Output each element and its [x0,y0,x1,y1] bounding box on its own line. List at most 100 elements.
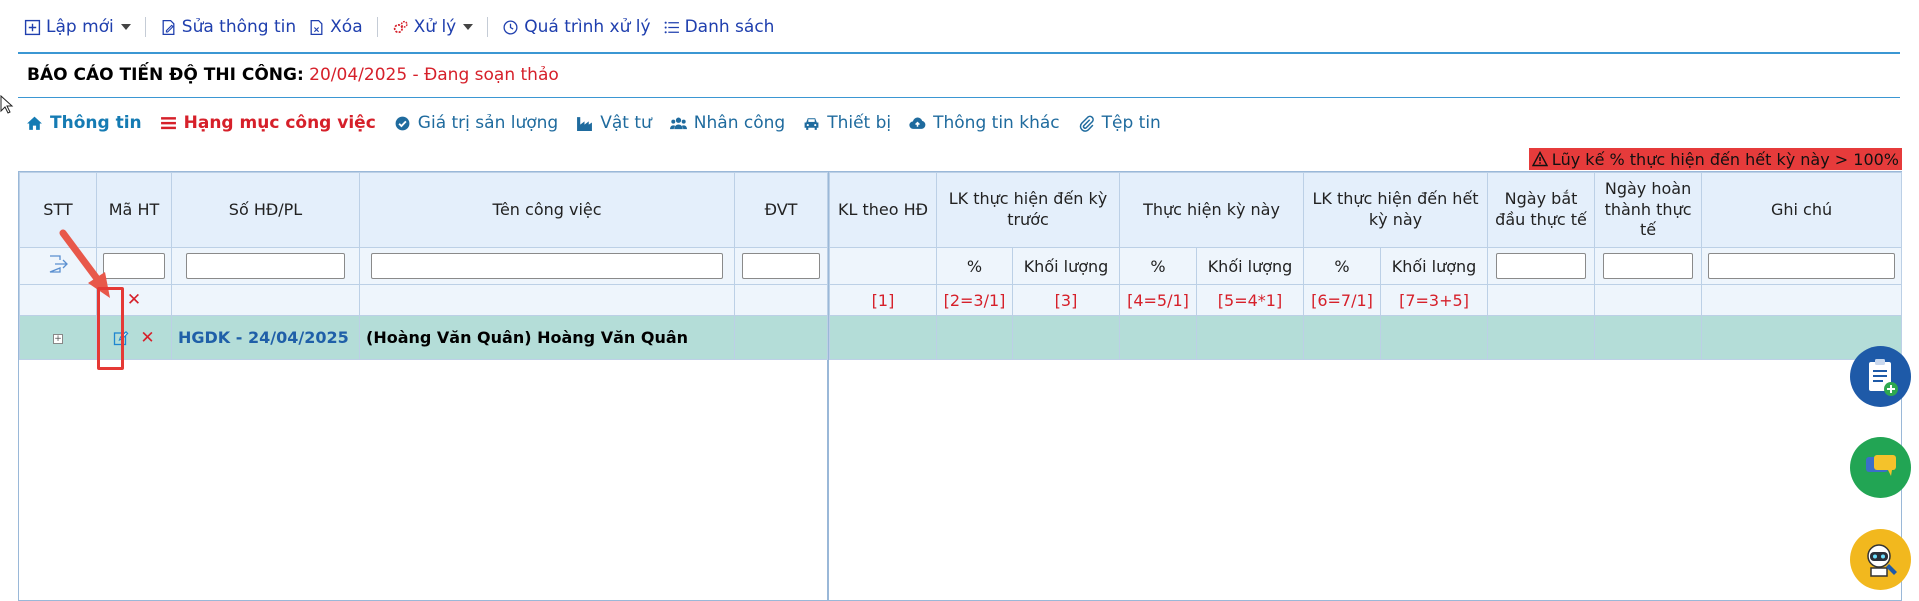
history-label: Quá trình xử lý [524,17,651,37]
filter-dvt-input[interactable] [741,253,821,279]
formula-label: [6=7/1] [1303,284,1382,316]
chat-button[interactable] [1850,437,1911,498]
chat-icon [1865,454,1896,476]
support-bot-button[interactable] [1850,529,1911,590]
robot-support-icon [1866,543,1897,577]
tab-equipment-label: Thiết bị [827,113,892,133]
formula-label: [1] [829,284,937,316]
col-header-dvt[interactable]: ĐVT [734,172,828,248]
chevron-down-icon [463,24,474,30]
sub-header-percent: % [936,247,1013,285]
filter-ghi-chu-input[interactable] [1708,253,1896,279]
paperclip-icon [1079,115,1094,132]
toolbar-divider-line [18,52,1900,54]
col-header-so-hd[interactable]: Số HĐ/PL [171,172,360,248]
edit-info-button[interactable]: Sửa thông tin [154,17,302,37]
cloud-upload-icon [909,117,926,129]
clipboard-add-icon [1868,358,1898,396]
clear-filter-icon[interactable]: ✕ [127,290,141,310]
tab-other-info[interactable]: Thông tin khác [909,113,1060,133]
edit-info-label: Sửa thông tin [181,17,297,37]
left-grid: STT Mã HT Số HĐ/PL Tên công việc ĐVT ✕ + [18,171,828,601]
formula-label: [7=3+5] [1380,284,1489,316]
tab-materials-label: Vật tư [600,113,652,133]
row-cell [936,315,1013,360]
table-row[interactable] [829,315,1903,360]
formula-label: [3] [1012,284,1120,316]
warning-icon [1531,151,1548,167]
tab-equipment[interactable]: Thiết bị [803,113,891,133]
tab-output-value-label: Giá trị sản lượng [417,113,559,133]
annotation-highlight-box [97,287,124,370]
title-label: BÁO CÁO TIẾN ĐỘ THI CÔNG: [27,65,304,85]
row-cell [1303,315,1382,360]
row-so-hd[interactable]: HGDK - 24/04/2025 [171,315,360,360]
sub-header-khoi-luong: Khối lượng [1380,247,1489,285]
sub-header-khoi-luong: Khối lượng [1012,247,1120,285]
factory-icon [577,116,593,131]
process-button[interactable]: Xử lý [386,17,480,37]
filter-cell [1487,247,1596,285]
delete-label: Xóa [330,17,363,37]
expand-cell: + [19,315,97,360]
tab-bar: Thông tin Hạng mục công việc Giá trị sản… [26,110,1179,136]
col-header-ngay-hoan-thanh[interactable]: Ngày hoàn thành thực tế [1594,172,1703,248]
sub-header-percent: % [1303,247,1382,285]
history-button[interactable]: Quá trình xử lý [496,17,656,37]
row-cell [1119,315,1197,360]
row-cell [1487,315,1596,360]
row-cell [1380,315,1489,360]
toolbar: Lập mới Sửa thông tin Xóa Xử lý Quá trìn… [18,12,780,42]
filter-cell [359,247,735,285]
col-header-lk-het-ky-nay[interactable]: LK thực hiện đến hết kỳ này [1303,172,1489,248]
expand-icon[interactable]: + [53,333,63,344]
col-header-thuc-hien-ky-nay[interactable]: Thực hiện kỳ này [1118,172,1305,248]
tab-work-items[interactable]: Hạng mục công việc [160,113,376,133]
sub-header-cell [829,247,937,285]
new-label: Lập mới [46,17,114,37]
gears-icon [393,20,408,33]
list-icon [160,116,176,129]
delete-row-icon[interactable]: ✕ [140,328,154,348]
col-header-ngay-bat-dau[interactable]: Ngày bắt đầu thực tế [1487,172,1596,248]
edit-document-icon [162,19,175,35]
col-header-kl-theo-hd[interactable]: KL theo HĐ [829,172,937,248]
tab-labor[interactable]: Nhân công [669,113,785,133]
row-cell [1594,315,1703,360]
tab-info[interactable]: Thông tin [26,113,142,133]
filter-cell [1594,247,1703,285]
row-cell [1012,315,1120,360]
delete-button[interactable]: Xóa [302,17,368,37]
tab-output-value[interactable]: Giá trị sản lượng [394,113,558,133]
title-status: 20/04/2025 - Đang soạn thảo [309,65,559,85]
col-header-lk-ky-truoc[interactable]: LK thực hiện đến kỳ trước [936,172,1120,248]
tab-files-label: Tệp tin [1101,113,1161,133]
tab-files[interactable]: Tệp tin [1078,113,1161,133]
filter-so-hd-input[interactable] [186,253,345,279]
filter-ngay-hoan-thanh-input[interactable] [1602,253,1694,279]
sub-header-percent: % [1119,247,1197,285]
home-icon [27,116,42,130]
right-grid: KL theo HĐ LK thực hiện đến kỳ trước Thự… [828,171,1903,601]
formula-label: [4=5/1] [1119,284,1197,316]
formula-cell [1594,284,1703,316]
tab-other-info-label: Thông tin khác [933,113,1060,133]
new-button[interactable]: Lập mới [18,17,137,37]
formula-label: [5=4*1] [1195,284,1305,316]
list-label: Danh sách [684,17,775,37]
tab-work-items-label: Hạng mục công việc [183,113,376,133]
tab-materials[interactable]: Vật tư [576,113,652,133]
formula-cell [171,284,360,316]
warning-text: Lũy kế % thực hiện đến hết kỳ này > 100% [1551,149,1899,169]
col-header-ghi-chu[interactable]: Ghi chú [1701,172,1903,248]
delete-document-icon [310,19,323,35]
filter-ten-cong-viec-input[interactable] [371,253,723,279]
col-header-ten-cong-viec[interactable]: Tên công việc [359,172,735,248]
filter-ngay-bat-dau-input[interactable] [1495,253,1587,279]
table-row[interactable]: + ✕ HGDK - 24/04/2025 (Hoàng Văn Quân) H… [19,315,828,360]
mouse-cursor-icon [0,95,14,114]
check-circle-icon [395,116,410,130]
list-button[interactable]: Danh sách [657,17,781,37]
clipboard-add-button[interactable] [1850,346,1911,407]
warning-banner: Lũy kế % thực hiện đến hết kỳ này > 100% [1528,148,1902,170]
